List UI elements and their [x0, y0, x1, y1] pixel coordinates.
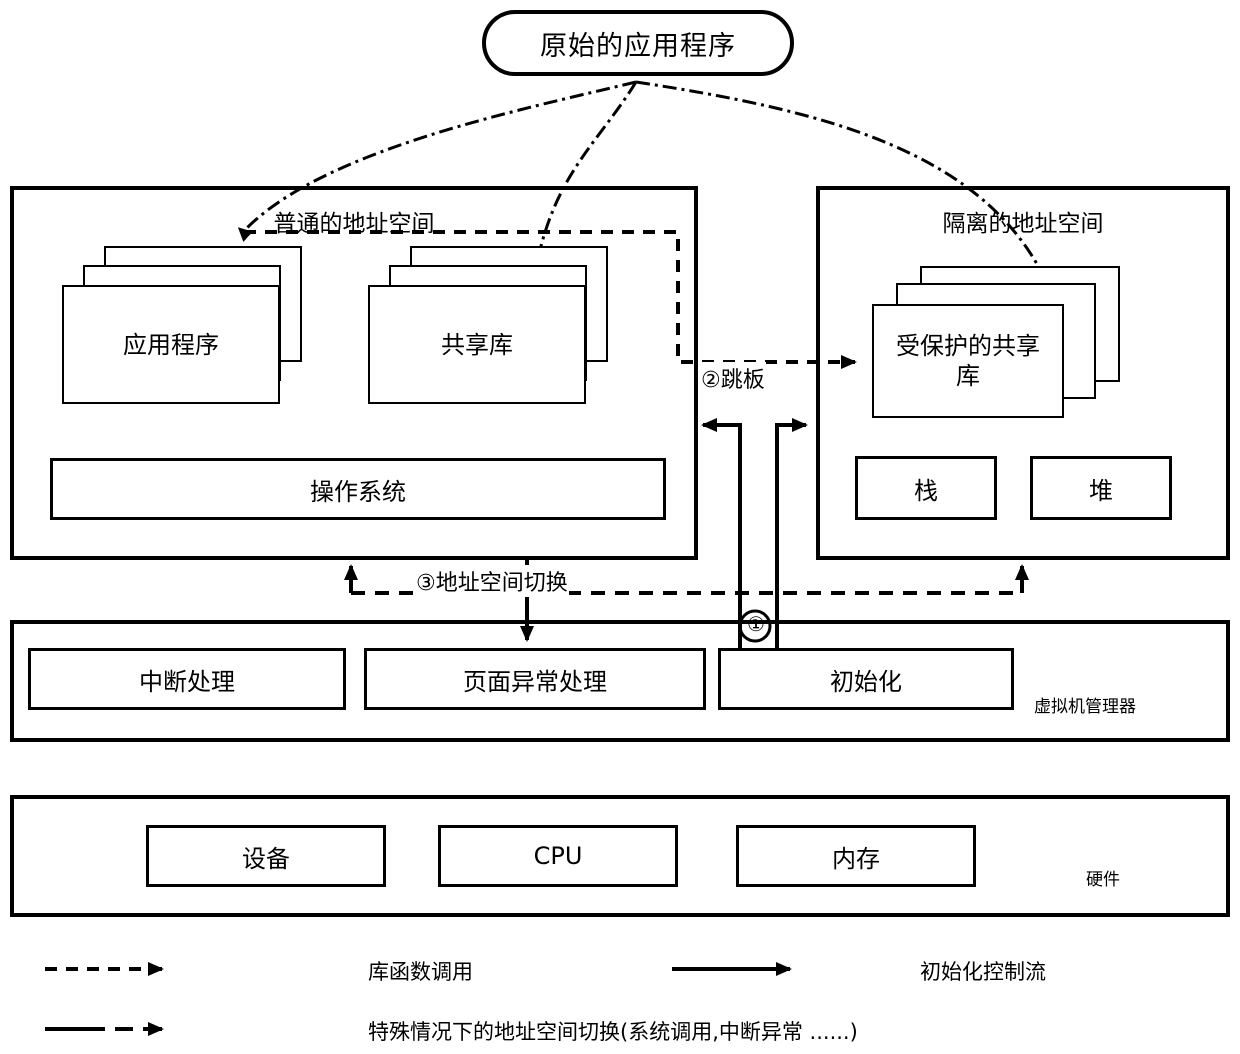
application-card-stack: 应用程序: [62, 246, 302, 404]
page-fault-handling-label: 页面异常处理: [463, 667, 607, 696]
hardware-side-label: 硬件: [1086, 870, 1120, 890]
heap-box-label: 堆: [1089, 476, 1113, 505]
hypervisor-side-label: 虚拟机管理器: [1034, 697, 1136, 717]
stack-box[interactable]: 栈: [855, 456, 997, 520]
trampoline-label: ②跳板: [700, 362, 766, 394]
memory-label: 内存: [832, 844, 880, 873]
shared-library-card-label: 共享库: [441, 330, 513, 359]
operating-system-label: 操作系统: [310, 477, 406, 506]
heap-box[interactable]: 堆: [1030, 456, 1172, 520]
legend-item-library-call-label: 库函数调用: [368, 960, 473, 984]
isolated-address-space-title: 隔离的地址空间: [942, 211, 1104, 237]
application-card-label: 应用程序: [123, 330, 219, 359]
original-application-label: 原始的应用程序: [540, 30, 736, 62]
original-application-node[interactable]: 原始的应用程序: [482, 10, 794, 76]
interrupt-handling-label: 中断处理: [139, 667, 235, 696]
device-label: 设备: [242, 844, 290, 873]
shared-library-card-stack: 共享库: [368, 246, 608, 404]
address-space-switch-label: ③地址空间切换: [415, 565, 569, 597]
interrupt-handling-box[interactable]: 中断处理: [28, 648, 346, 710]
protected-library-card-front[interactable]: 受保护的共享库: [872, 304, 1064, 418]
diagram-canvas: 原始的应用程序 普通的地址空间 应用程序 共享库 操作系统 隔离的地址空间 受保…: [0, 0, 1240, 1054]
protected-library-card-label: 受保护的共享库: [896, 332, 1040, 390]
protected-library-card-stack: 受保护的共享库: [872, 266, 1142, 418]
application-card-front[interactable]: 应用程序: [62, 285, 280, 404]
page-fault-handling-box[interactable]: 页面异常处理: [364, 648, 706, 710]
stack-box-label: 栈: [914, 476, 938, 505]
initialization-label: 初始化: [830, 667, 902, 696]
operating-system-box[interactable]: 操作系统: [50, 458, 666, 520]
initialization-box[interactable]: 初始化: [718, 648, 1014, 710]
cpu-label: CPU: [533, 842, 583, 870]
device-box[interactable]: 设备: [146, 825, 386, 887]
legend-item-special-switch-label: 特殊情况下的地址空间切换(系统调用,中断异常 ......): [368, 1020, 858, 1044]
memory-box[interactable]: 内存: [736, 825, 976, 887]
shared-library-card-front[interactable]: 共享库: [368, 285, 586, 404]
legend-item-init-flow-label: 初始化控制流: [920, 960, 1046, 984]
normal-address-space-title: 普通的地址空间: [273, 211, 435, 237]
cpu-box[interactable]: CPU: [438, 825, 678, 887]
